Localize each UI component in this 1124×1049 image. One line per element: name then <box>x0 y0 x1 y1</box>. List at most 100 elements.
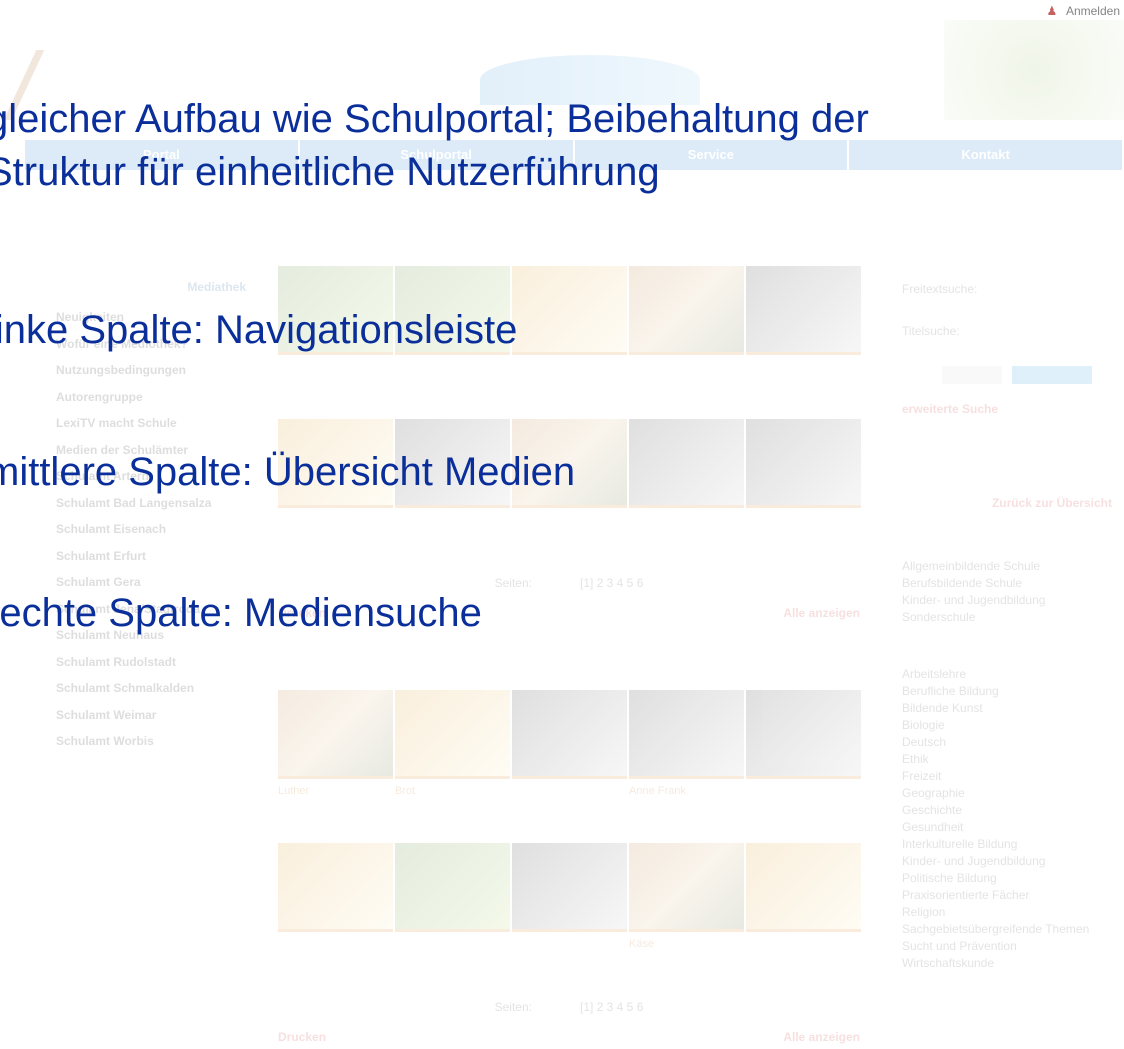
media-caption <box>629 508 744 560</box>
left-nav-item[interactable]: Schulamt Schmalkalden <box>56 675 256 702</box>
media-tile[interactable] <box>278 843 393 984</box>
media-tile[interactable] <box>278 419 393 560</box>
left-nav-item[interactable]: Schulamt Artern <box>56 463 256 490</box>
subject-item[interactable]: Geschichte <box>902 802 1112 819</box>
left-nav-item[interactable]: Nutzungsbedingungen <box>56 357 256 384</box>
subject-item[interactable]: Ethik <box>902 751 1112 768</box>
pager-pages[interactable]: [1] 2 3 4 5 6 <box>580 576 643 590</box>
school-type-item[interactable]: Berufsbildende Schule <box>902 575 1112 592</box>
left-nav-item[interactable]: Schulamt Erfurt <box>56 543 256 570</box>
left-navigation: Mediathek Neuigkeiten Wofür eine Medioth… <box>56 280 256 755</box>
media-tile[interactable]: Anne Frank <box>629 690 744 831</box>
left-nav-item[interactable]: Autorengruppe <box>56 384 256 411</box>
left-nav-item[interactable]: Medien der Schulämter <box>56 437 256 464</box>
left-nav-item[interactable]: Schulamt Neuhaus <box>56 622 256 649</box>
nav-item-portal[interactable]: Portal <box>25 140 300 170</box>
media-tile[interactable] <box>395 419 510 560</box>
media-caption <box>746 932 861 984</box>
media-tile[interactable]: Luther <box>278 690 393 831</box>
nav-item-service[interactable]: Service <box>574 140 850 170</box>
left-nav-item[interactable]: Schulamt Weimar <box>56 702 256 729</box>
left-nav-item[interactable]: Schulamt Jena/Stadtroda <box>56 596 256 623</box>
subject-item[interactable]: Biologie <box>902 717 1112 734</box>
media-tile[interactable] <box>746 419 861 560</box>
media-caption: Anne Frank <box>629 785 686 797</box>
left-nav-item[interactable]: Wofür eine Mediothek? <box>56 331 256 358</box>
left-nav-item[interactable]: Schulamt Gera <box>56 569 256 596</box>
media-caption <box>395 508 510 560</box>
media-caption <box>746 508 861 560</box>
school-type-item[interactable]: Sonderschule <box>902 609 1112 626</box>
print-link[interactable]: Drucken <box>278 1030 326 1044</box>
subject-item[interactable]: Deutsch <box>902 734 1112 751</box>
subject-item[interactable]: Freizeit <box>902 768 1112 785</box>
media-tile[interactable] <box>512 419 627 560</box>
media-caption <box>746 779 861 831</box>
media-tile[interactable]: Käse <box>629 843 744 984</box>
media-caption <box>512 779 627 831</box>
banner-decoration-left <box>3 50 105 120</box>
media-tile[interactable] <box>512 690 627 831</box>
left-nav-item[interactable]: Schulamt Rudolstadt <box>56 649 256 676</box>
faded-webpage: Portal Schulportal Service Kontakt Media… <box>0 0 1124 1049</box>
reset-button[interactable] <box>942 366 1002 384</box>
title-search-label: Titelsuche: <box>902 324 960 338</box>
media-tile[interactable] <box>278 266 393 407</box>
print-link[interactable]: Drucken <box>278 606 326 620</box>
media-caption: Käse <box>629 938 655 950</box>
media-caption <box>746 355 861 407</box>
media-tile[interactable] <box>395 843 510 984</box>
school-type-item[interactable]: Kinder- und Jugendbildung <box>902 592 1112 609</box>
media-tile[interactable] <box>395 266 510 407</box>
subject-item[interactable]: Praxisorientierte Fächer <box>902 887 1112 904</box>
left-nav-item[interactable]: LexiTV macht Schule <box>56 410 256 437</box>
pager-pages[interactable]: [1] 2 3 4 5 6 <box>580 1000 643 1014</box>
subject-item[interactable]: Kinder- und Jugendbildung <box>902 853 1112 870</box>
media-tile[interactable] <box>746 843 861 984</box>
pager-top: Seiten: [1] 2 3 4 5 6 <box>278 576 860 590</box>
media-tile[interactable]: Brot <box>395 690 510 831</box>
back-to-overview-link[interactable]: Zurück zur Übersicht <box>902 496 1112 510</box>
nav-item-schulportal[interactable]: Schulportal <box>299 140 575 170</box>
media-tile[interactable] <box>629 266 744 407</box>
media-caption <box>512 508 627 560</box>
link-row-top: Drucken Alle anzeigen <box>278 606 860 620</box>
left-nav-item[interactable]: Neuigkeiten <box>56 304 256 331</box>
left-nav-item[interactable]: Schulamt Bad Langensalza <box>56 490 256 517</box>
search-button[interactable] <box>1012 366 1092 384</box>
subject-item[interactable]: Wirtschaftskunde <box>902 955 1112 972</box>
search-buttons <box>942 366 1112 384</box>
subject-item[interactable]: Sucht und Prävention <box>902 938 1112 955</box>
nav-item-kontakt[interactable]: Kontakt <box>849 140 1124 170</box>
media-tile[interactable] <box>746 690 861 831</box>
extended-search-link[interactable]: erweiterte Suche <box>902 402 1112 416</box>
school-type-item[interactable]: Allgemeinbildende Schule <box>902 558 1112 575</box>
left-nav-item[interactable]: Schulamt Worbis <box>56 728 256 755</box>
subject-item[interactable]: Interkulturelle Bildung <box>902 836 1112 853</box>
media-tile[interactable] <box>512 266 627 407</box>
media-caption <box>278 355 393 407</box>
subject-item[interactable]: Berufliche Bildung <box>902 683 1112 700</box>
media-tile[interactable] <box>746 266 861 407</box>
left-nav-item[interactable]: Schulamt Eisenach <box>56 516 256 543</box>
show-all-link[interactable]: Alle anzeigen <box>783 606 860 620</box>
media-tile[interactable] <box>512 843 627 984</box>
banner-logo <box>480 55 700 105</box>
subject-item[interactable]: Geographie <box>902 785 1112 802</box>
fulltext-search-label: Freitextsuche: <box>902 282 978 296</box>
left-nav-heading: Mediathek <box>187 280 246 294</box>
show-all-link[interactable]: Alle anzeigen <box>783 1030 860 1044</box>
media-caption: Luther <box>278 785 310 797</box>
subject-item[interactable]: Gesundheit <box>902 819 1112 836</box>
media-tile[interactable] <box>629 419 744 560</box>
subject-item[interactable]: Religion <box>902 904 1112 921</box>
subject-item[interactable]: Arbeitslehre <box>902 666 1112 683</box>
main-navigation: Portal Schulportal Service Kontakt <box>25 140 1124 170</box>
subject-item[interactable]: Sachgebietsübergreifende Themen <box>902 921 1112 938</box>
subject-item[interactable]: Politische Bildung <box>902 870 1112 887</box>
media-grid-1 <box>278 266 861 560</box>
media-caption: Brot <box>395 785 416 797</box>
media-caption <box>395 932 510 984</box>
media-caption <box>629 355 744 407</box>
subject-item[interactable]: Bildende Kunst <box>902 700 1112 717</box>
